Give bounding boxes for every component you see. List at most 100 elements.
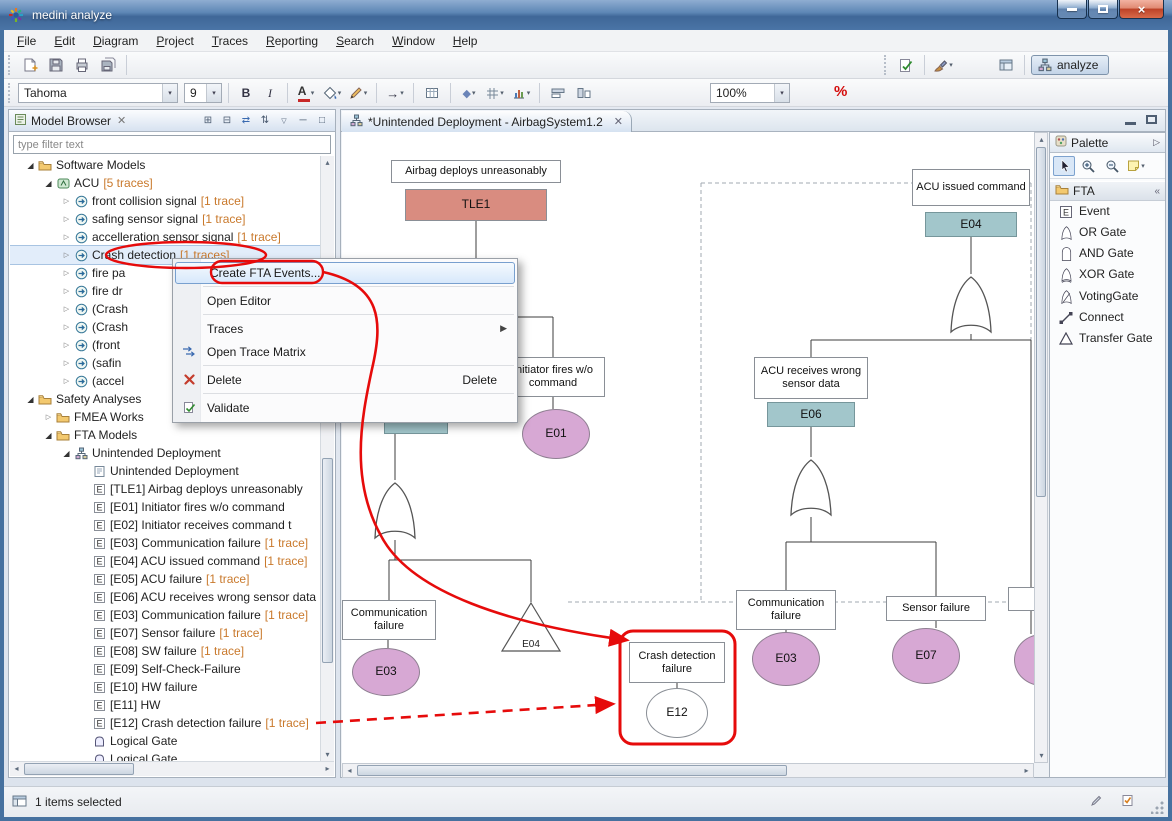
- percent-toggle[interactable]: %: [834, 83, 847, 100]
- scroll-up-icon[interactable]: ▴: [321, 156, 334, 169]
- menu-diagram[interactable]: Diagram: [84, 32, 147, 50]
- note-tool[interactable]: ▾: [1125, 156, 1147, 176]
- context-menu-item-validate[interactable]: Validate: [173, 396, 517, 419]
- tree-item-e03-communication-failure[interactable]: E[E03] Communication failure[1 trace]: [10, 534, 320, 552]
- new-wizard-button[interactable]: [18, 54, 42, 76]
- twisty-icon[interactable]: ▷: [60, 341, 73, 349]
- diagram-label-box-sensor-failure[interactable]: Sensor failure: [886, 596, 986, 621]
- twisty-icon[interactable]: ▷: [60, 359, 73, 367]
- menu-search[interactable]: Search: [327, 32, 383, 50]
- editor-horizontal-scrollbar[interactable]: ◂ ▸: [342, 763, 1034, 778]
- twisty-icon[interactable]: ▷: [60, 233, 73, 241]
- scroll-down-icon[interactable]: ▾: [1035, 749, 1048, 762]
- palette-item-and-gate[interactable]: AND Gate: [1050, 243, 1165, 264]
- filter-input[interactable]: [13, 135, 331, 154]
- tree-item-e06-acu-receives-wrong-sensor-data[interactable]: E[E06] ACU receives wrong sensor data: [10, 588, 320, 606]
- tree-item-e08-sw-failure[interactable]: E[E08] SW failure[1 trace]: [10, 642, 320, 660]
- context-menu-item-open-trace-matrix[interactable]: Open Trace Matrix: [173, 340, 517, 363]
- tree-item-tle1-airbag-deploys-unreasonably[interactable]: E[TLE1] Airbag deploys unreasonably: [10, 480, 320, 498]
- palette-item-connect[interactable]: Connect: [1050, 307, 1165, 328]
- status-task-icon[interactable]: [1121, 794, 1134, 810]
- tree-item-e02-initiator-receives-command-t[interactable]: E[E02] Initiator receives command t: [10, 516, 320, 534]
- tree-item-logical-gate[interactable]: Logical Gate: [10, 732, 320, 750]
- context-menu-item-traces[interactable]: Traces▶: [173, 317, 517, 340]
- twisty-icon[interactable]: ◢: [42, 431, 55, 440]
- minimize-button[interactable]: [1057, 0, 1087, 19]
- tree-item-unintended-deployment[interactable]: ◢Unintended Deployment: [10, 444, 320, 462]
- or-gate[interactable]: [789, 457, 833, 517]
- twisty-icon[interactable]: ▷: [60, 269, 73, 277]
- pin-section-icon[interactable]: «: [1154, 186, 1160, 197]
- twisty-icon[interactable]: ◢: [42, 179, 55, 188]
- save-all-button[interactable]: [96, 54, 120, 76]
- menu-file[interactable]: File: [8, 32, 45, 50]
- palette-section-fta[interactable]: FTA «: [1050, 181, 1165, 201]
- shape-style-button[interactable]: ◆▾: [457, 82, 481, 104]
- tree-item-front-collision-signal[interactable]: ▷front collision signal[1 trace]: [10, 192, 320, 210]
- palette-item-event[interactable]: EEvent: [1050, 201, 1165, 222]
- scroll-thumb[interactable]: [1036, 147, 1046, 497]
- arrow-style-button[interactable]: →▾: [383, 82, 407, 104]
- twisty-icon[interactable]: ▷: [60, 197, 73, 205]
- tree-item-unintended-deployment[interactable]: Unintended Deployment: [10, 462, 320, 480]
- minimize-view-icon[interactable]: ─: [295, 113, 311, 129]
- table-button[interactable]: [420, 82, 444, 104]
- chart-style-button[interactable]: ▾: [509, 82, 533, 104]
- tree-item-e05-acu-failure[interactable]: E[E05] ACU failure[1 trace]: [10, 570, 320, 588]
- diagram-basic-event-e01[interactable]: E01: [522, 409, 590, 459]
- tree-item-e09-self-check-failure[interactable]: E[E09] Self-Check-Failure: [10, 660, 320, 678]
- tree-item-e12-crash-detection-failure[interactable]: E[E12] Crash detection failure[1 trace]: [10, 714, 320, 732]
- diagram-event-ref-e04[interactable]: E04: [925, 212, 1017, 237]
- tree-item-e04-acu-issued-command[interactable]: E[E04] ACU issued command[1 trace]: [10, 552, 320, 570]
- tree-item-fta-models[interactable]: ◢FTA Models: [10, 426, 320, 444]
- twisty-icon[interactable]: ▷: [42, 413, 55, 421]
- resize-grip[interactable]: [1151, 800, 1165, 814]
- view-menu-icon[interactable]: ▽: [276, 113, 292, 129]
- font-family-combo[interactable]: Tahoma ▾: [18, 83, 178, 103]
- diagram-event-circle-e12[interactable]: E12: [646, 688, 708, 738]
- diagram-basic-event-e03[interactable]: E03: [752, 632, 820, 686]
- or-gate[interactable]: [949, 274, 993, 334]
- maximize-editor-icon[interactable]: [1146, 115, 1157, 124]
- tree-item-e03-communication-failure[interactable]: E[E03] Communication failure[1 trace]: [10, 606, 320, 624]
- diagram-label-box-acu-issued-command[interactable]: ACU issued command: [912, 169, 1030, 206]
- diagram-label-box-airbag-deploys-unreasonably[interactable]: Airbag deploys unreasonably: [391, 160, 561, 183]
- tree-item-e01-initiator-fires-w-o-command[interactable]: E[E01] Initiator fires w/o command: [10, 498, 320, 516]
- diagram-basic-event-e03[interactable]: E03: [352, 648, 420, 696]
- scroll-down-icon[interactable]: ▾: [321, 748, 334, 761]
- twisty-icon[interactable]: ▷: [60, 323, 73, 331]
- menu-help[interactable]: Help: [444, 32, 487, 50]
- tree-horizontal-scrollbar[interactable]: ◂ ▸: [10, 761, 334, 776]
- sort-icon[interactable]: ⇅: [257, 113, 273, 129]
- editor-tab[interactable]: *Unintended Deployment - AirbagSystem1.2…: [342, 111, 632, 132]
- scroll-thumb[interactable]: [24, 763, 134, 775]
- diagram-top-event-tle1[interactable]: TLE1: [405, 189, 547, 221]
- minimize-editor-icon[interactable]: [1125, 122, 1136, 125]
- scroll-right-icon[interactable]: ▸: [1020, 764, 1033, 777]
- twisty-icon[interactable]: ▷: [60, 215, 73, 223]
- collapse-all-icon[interactable]: ⊟: [219, 113, 235, 129]
- tree-item-software-models[interactable]: ◢Software Models: [10, 156, 320, 174]
- context-menu-item-create-fta-events[interactable]: Create FTA Events...: [175, 262, 515, 284]
- tree-item-safing-sensor-signal[interactable]: ▷safing sensor signal[1 trace]: [10, 210, 320, 228]
- palette-item-xor-gate[interactable]: XOR Gate: [1050, 264, 1165, 286]
- zoom-combo[interactable]: 100% ▾: [710, 83, 790, 103]
- palette-item-votinggate[interactable]: VotingGate: [1050, 286, 1165, 307]
- scroll-thumb[interactable]: [322, 458, 333, 663]
- tree-item-e10-hw-failure[interactable]: E[E10] HW failure: [10, 678, 320, 696]
- validate-button[interactable]: [894, 54, 918, 76]
- menu-reporting[interactable]: Reporting: [257, 32, 327, 50]
- link-with-editor-icon[interactable]: ⇄: [238, 113, 254, 129]
- context-menu-item-open-editor[interactable]: Open Editor: [173, 289, 517, 312]
- menu-traces[interactable]: Traces: [203, 32, 257, 50]
- diagram-label-box-communication-failure[interactable]: Communication failure: [736, 590, 836, 630]
- scroll-thumb[interactable]: [357, 765, 787, 776]
- twisty-icon[interactable]: ◢: [60, 449, 73, 458]
- palette-item-transfer-gate[interactable]: Transfer Gate: [1050, 328, 1165, 349]
- italic-button[interactable]: I: [259, 82, 281, 104]
- fill-color-button[interactable]: ▾: [320, 82, 344, 104]
- transfer-gate[interactable]: E04: [501, 602, 561, 652]
- tree-item-e11-hw[interactable]: E[E11] HW: [10, 696, 320, 714]
- menu-edit[interactable]: Edit: [45, 32, 84, 50]
- twisty-icon[interactable]: ▷: [60, 287, 73, 295]
